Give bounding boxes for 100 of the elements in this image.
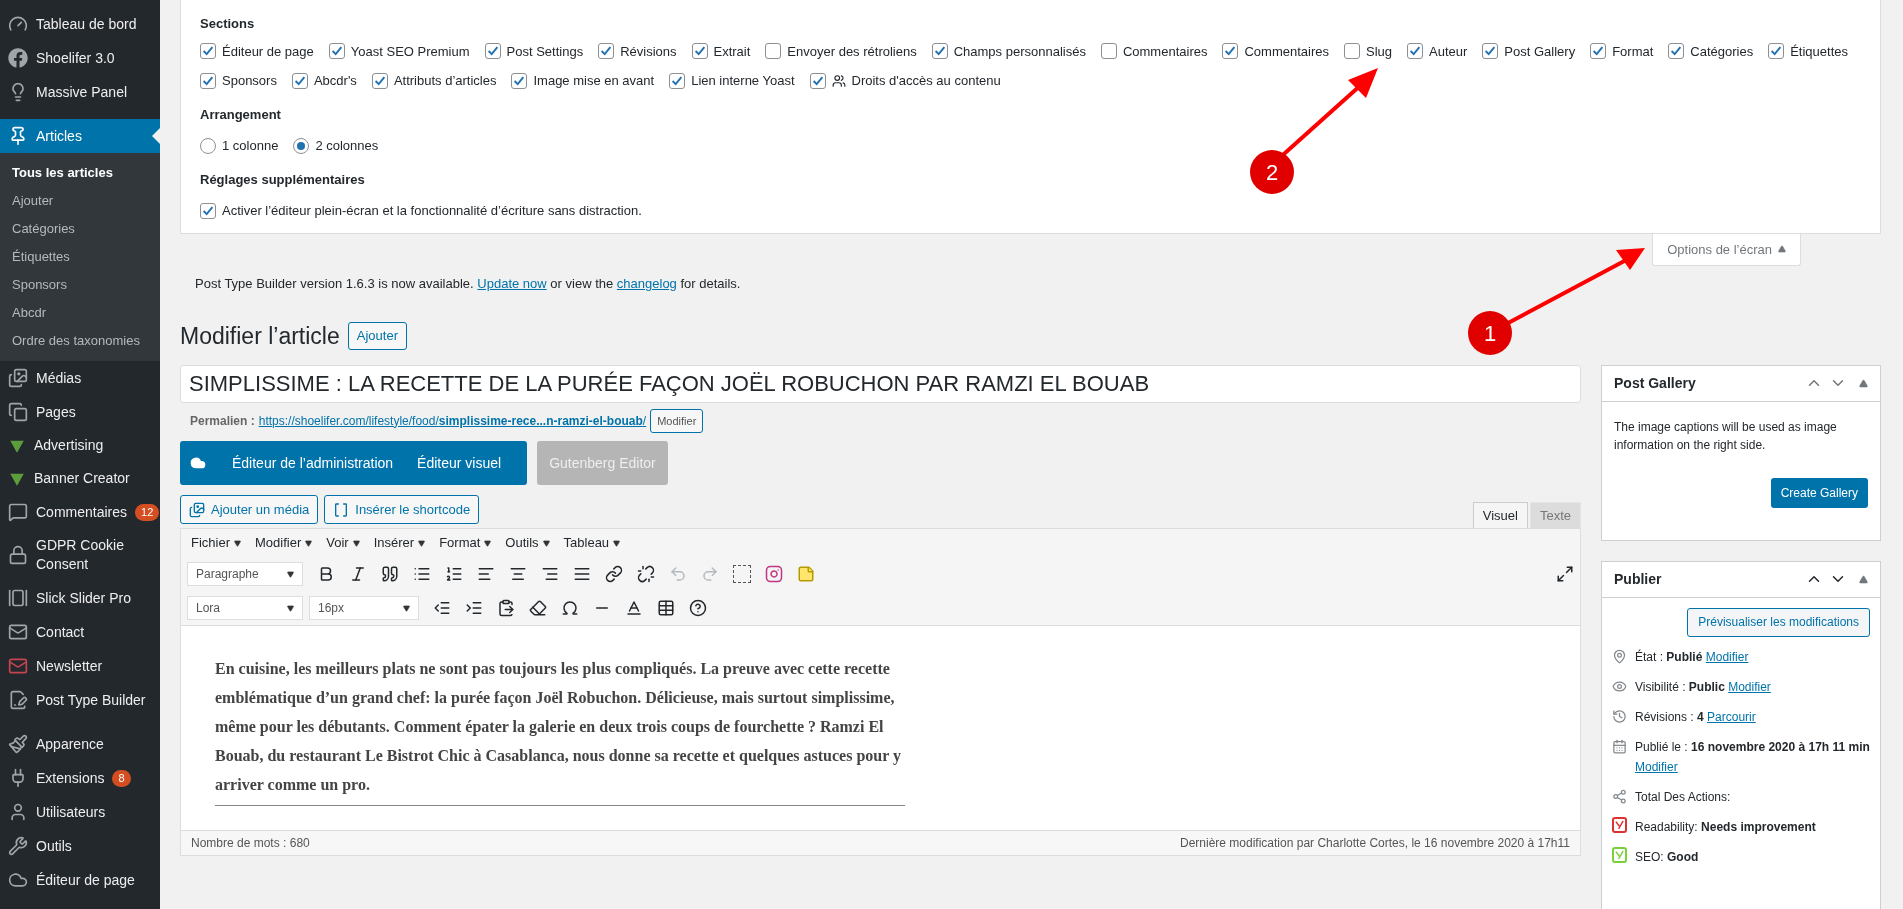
table-icon[interactable] <box>657 599 675 617</box>
checkbox[interactable] <box>1590 43 1607 60</box>
paste-icon[interactable] <box>497 599 515 617</box>
sidebar-item[interactable]: Outils <box>0 829 160 863</box>
menu-button[interactable]: Tableau <box>563 533 621 553</box>
checkbox[interactable] <box>291 72 308 89</box>
section-option[interactable]: Catégories <box>1668 41 1754 61</box>
checkbox[interactable] <box>328 43 345 60</box>
link-icon[interactable] <box>605 565 623 583</box>
numbered-list-icon[interactable] <box>445 565 463 583</box>
screen-options-toggle[interactable]: Options de l’écran <box>1652 233 1801 266</box>
section-option[interactable]: Format <box>1590 41 1654 61</box>
section-option[interactable]: Extrait <box>691 41 751 61</box>
permalink-url[interactable]: https://shoelifer.com/lifestyle/food/simplissime-rece...n-ramzi-el-bouab/ <box>258 411 647 430</box>
section-option[interactable]: Yoast SEO Premium <box>328 41 470 61</box>
unlink-icon[interactable] <box>637 565 655 583</box>
add-button[interactable]: Ajouter <box>347 322 407 350</box>
preview-button[interactable]: Prévisualiser les modifications <box>1687 607 1870 637</box>
section-option[interactable]: Image mise en avant <box>511 71 655 91</box>
read-more-icon[interactable] <box>733 565 751 583</box>
publish-link[interactable]: Modifier <box>1635 759 1678 774</box>
sidebar-item[interactable]: Pages <box>0 395 160 429</box>
radio-option[interactable]: 2 colonnes <box>293 136 379 156</box>
checkbox[interactable] <box>1100 43 1117 60</box>
bullet-list-icon[interactable] <box>413 565 431 583</box>
instagram-icon[interactable] <box>765 565 783 583</box>
section-option[interactable]: Abcdr's <box>291 71 357 91</box>
help-icon[interactable] <box>689 599 707 617</box>
menu-button[interactable]: Fichier <box>191 533 241 553</box>
checkbox[interactable] <box>931 43 948 60</box>
checkbox[interactable] <box>484 43 501 60</box>
sidebar-item[interactable]: Extensions 8 <box>0 761 160 795</box>
section-option[interactable]: Commentaires <box>1222 41 1329 61</box>
section-option[interactable]: Droits d'accès au contenu <box>809 71 1001 91</box>
submenu-item[interactable]: Catégories <box>0 215 160 243</box>
submenu-item[interactable]: Abcdr <box>0 299 160 327</box>
section-option[interactable]: Sponsors <box>200 71 277 91</box>
section-option[interactable]: Révisions <box>598 41 677 61</box>
submenu-item[interactable]: Ajouter <box>0 187 160 215</box>
radio-button[interactable] <box>293 137 310 154</box>
format-select[interactable]: Paragraphe <box>187 562 303 586</box>
checkbox[interactable] <box>511 72 528 89</box>
collapse-icon[interactable] <box>1859 574 1868 584</box>
submenu-item[interactable]: Sponsors <box>0 271 160 299</box>
align-right-icon[interactable] <box>541 565 559 583</box>
font-select[interactable]: Lora <box>187 596 303 620</box>
sidebar-item[interactable]: Articles <box>0 119 160 153</box>
menu-button[interactable]: Voir <box>326 533 360 553</box>
collapse-icon[interactable] <box>1859 378 1868 388</box>
section-option[interactable]: Post Gallery <box>1482 41 1576 61</box>
submenu-item[interactable]: Tous les articles <box>0 159 160 187</box>
checkbox[interactable] <box>1344 43 1360 60</box>
outdent-icon[interactable] <box>433 599 451 617</box>
media-button[interactable]: Ajouter un média <box>180 495 319 524</box>
section-option[interactable]: Étiquettes <box>1768 41 1848 61</box>
sidebar-item[interactable]: Advertising <box>0 429 160 462</box>
checkbox[interactable] <box>1668 43 1685 60</box>
italic-icon[interactable] <box>349 565 367 583</box>
checkbox[interactable] <box>691 43 708 60</box>
editor-switch-button[interactable]: Éditeur de l’administration <box>220 452 406 474</box>
checkbox[interactable] <box>200 43 216 60</box>
sidebar-item[interactable]: Commentaires 12 <box>0 495 160 529</box>
checkbox[interactable] <box>765 43 782 60</box>
size-select[interactable]: 16px <box>309 596 419 620</box>
radio-option[interactable]: 1 colonne <box>200 136 279 156</box>
sidebar-item[interactable]: Tableau de bord <box>0 7 160 41</box>
menu-button[interactable]: Outils <box>505 533 550 553</box>
section-option[interactable]: Envoyer des rétroliens <box>765 41 917 61</box>
section-option[interactable]: Lien interne Yoast <box>669 71 795 91</box>
sidebar-item[interactable]: Shoelifer 3.0 <box>0 41 160 75</box>
create-gallery-button[interactable]: Create Gallery <box>1770 477 1868 508</box>
publish-link[interactable]: Modifier <box>1705 649 1749 664</box>
section-option[interactable]: Champs personnalisés <box>931 41 1086 61</box>
menu-button[interactable]: Insérer <box>373 533 426 553</box>
checkbox[interactable] <box>371 72 388 89</box>
update-link[interactable]: Update now <box>477 276 547 291</box>
checkbox[interactable] <box>809 72 826 89</box>
changelog-link[interactable]: changelog <box>616 276 677 291</box>
sidebar-item[interactable]: Médias <box>0 361 160 395</box>
section-option[interactable]: Commentaires <box>1100 41 1208 61</box>
sidebar-item[interactable]: Apparence <box>0 727 160 761</box>
sidebar-item[interactable]: GDPR Cookie Consent <box>0 529 160 581</box>
text-color-icon[interactable] <box>625 599 643 617</box>
section-option[interactable]: Slug <box>1344 41 1392 61</box>
checkbox[interactable] <box>1768 43 1785 60</box>
checkbox[interactable] <box>200 72 216 89</box>
checkbox[interactable] <box>1482 43 1499 60</box>
editor-switch-button[interactable]: Éditeur visuel <box>405 452 514 474</box>
align-left-icon[interactable] <box>477 565 495 583</box>
sidebar-item[interactable]: Éditeur de page <box>0 863 160 897</box>
media-button[interactable]: Insérer le shortcode <box>324 495 480 524</box>
publish-link[interactable]: Parcourir <box>1707 709 1756 724</box>
fullscreen-icon[interactable] <box>1556 565 1574 583</box>
sidebar-item[interactable]: Utilisateurs <box>0 795 160 829</box>
section-option[interactable]: Post Settings <box>484 41 584 61</box>
sidebar-item[interactable]: Newsletter <box>0 649 160 683</box>
editor-tab[interactable]: Visuel <box>1472 502 1528 528</box>
section-option[interactable]: Attributs d’articles <box>371 71 497 91</box>
omega-icon[interactable] <box>561 599 579 617</box>
sidebar-item[interactable]: Slick Slider Pro <box>0 581 160 615</box>
